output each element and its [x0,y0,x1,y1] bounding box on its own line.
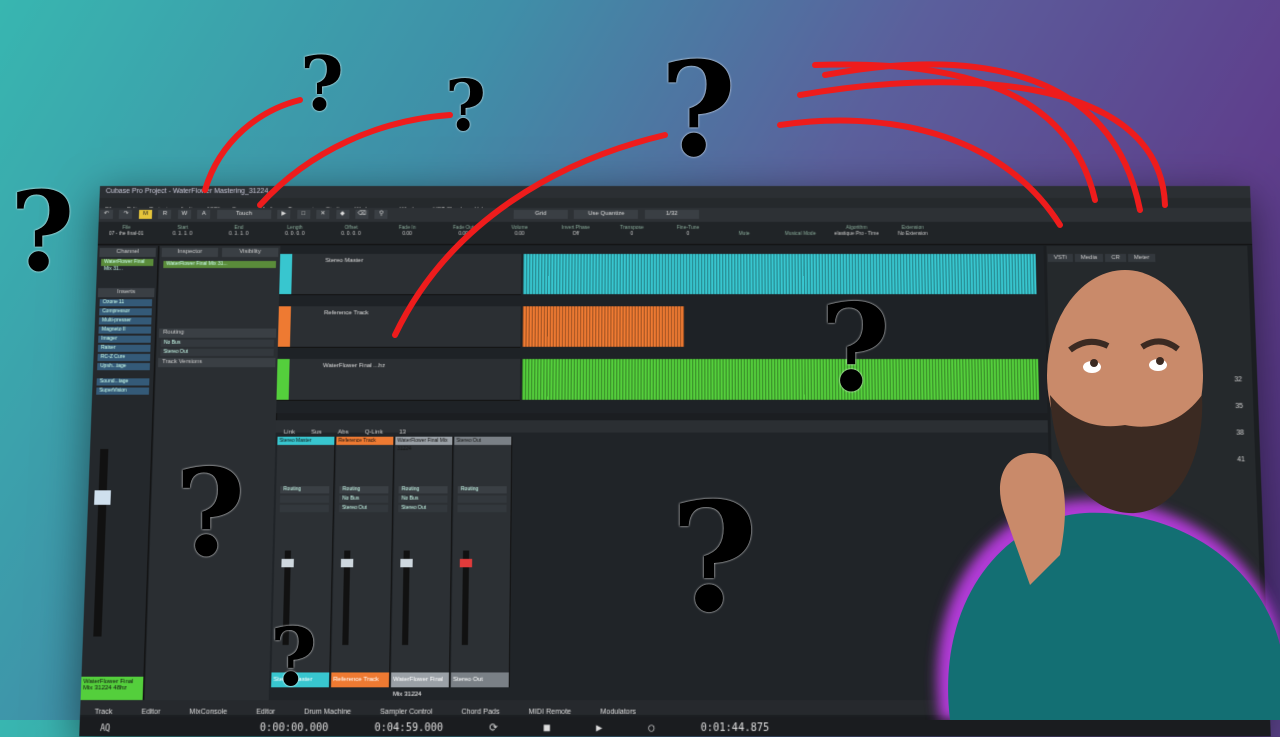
stop-icon[interactable]: ■ [544,722,550,734]
right-locator[interactable]: 0:04:59.000 [374,722,443,734]
play-icon[interactable]: ▶ [596,722,602,734]
annotation-overlay: ? ? ? ? ? ? ? ? [10,33,1168,704]
question-mark: ? [820,278,890,419]
position-display: 0:01:44.875 [700,722,770,735]
question-mark: ? [270,610,317,704]
question-mark: ? [660,33,736,186]
auto-quantize-button[interactable]: AQ [100,723,110,733]
cycle-icon[interactable]: ⟳ [489,722,498,734]
arrow-annotation [257,112,453,208]
question-mark: ? [445,64,486,147]
question-mark: ? [10,167,74,296]
arrow-annotation [392,132,668,338]
arrow-annotation [797,79,1168,208]
question-mark: ? [175,443,245,584]
question-mark: ? [300,40,344,128]
record-icon[interactable]: ○ [648,722,654,734]
left-locator[interactable]: 0:00:00.000 [260,722,329,734]
question-mark: ? [670,470,758,646]
arrow-annotation [777,117,1063,228]
